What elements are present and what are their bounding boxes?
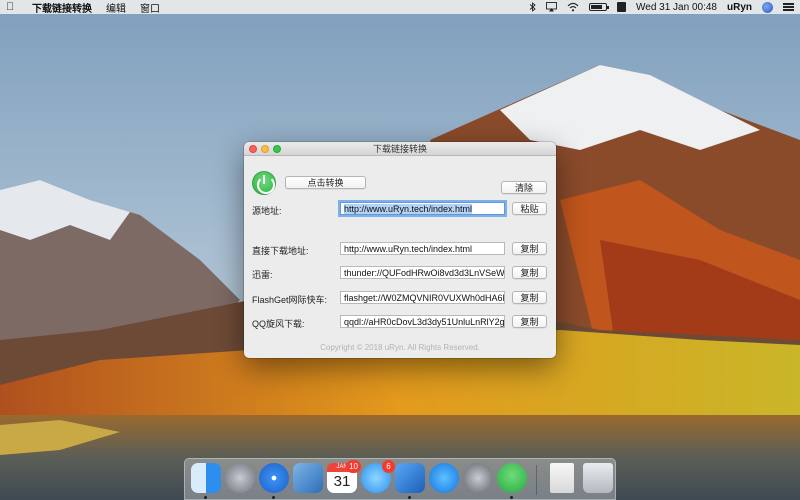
flashget-label: FlashGet网际快车: [252,295,328,305]
menu-window[interactable]: 窗口 [140,0,160,15]
converter-app-icon[interactable] [497,463,527,493]
dock: JAN 31 10 6 [184,458,616,500]
safari-running-dot [272,496,275,499]
menu-bar:  下载链接转换 编辑 窗口 Wed 31 Jan 00:48 uRyn [0,0,800,15]
direct-label: 直接下载地址: [252,246,309,256]
flashget-url-field[interactable]: flashget://W0ZMQVNIR0VUXWh0dHA6Ly9 [340,291,505,304]
maximize-icon[interactable] [273,145,281,153]
app-logo-icon [252,171,276,195]
messages-icon[interactable]: 6 [361,460,395,493]
document-icon[interactable] [550,463,574,493]
trash-icon[interactable] [583,463,613,493]
source-label: 源地址: [252,206,282,216]
messages-badge: 6 [382,460,395,473]
notification-center-icon[interactable] [783,3,794,11]
clock[interactable]: Wed 31 Jan 00:48 [636,2,717,13]
preview-icon[interactable] [293,463,323,493]
paste-button[interactable]: 粘贴 [512,202,547,215]
copy-qq-button[interactable]: 复制 [512,315,547,328]
window-content: 点击转换 清除 源地址: http://www.uRyn.tech/index.… [244,157,556,358]
copyright-text: Copyright © 2018 uRyn. All Rights Reserv… [320,343,480,352]
calendar-badge: 10 [346,460,361,473]
system-preferences-icon[interactable] [463,463,493,493]
wifi-icon[interactable] [567,2,579,12]
safari-icon[interactable] [259,463,289,493]
calendar-day: 31 [333,473,351,490]
window-titlebar[interactable]: 下载链接转换 [244,142,556,156]
xcode-icon[interactable] [395,463,425,493]
converter-window: 下载链接转换 点击转换 清除 源地址: http://www.uRyn.tech… [244,142,556,358]
copy-direct-button[interactable]: 复制 [512,242,547,255]
thunder-url-field[interactable]: thunder://QUFodHRwOi8vd3d3LnVSeW4ucHR [340,266,505,279]
xcode-running-dot [408,496,411,499]
qq-label: QQ旋风下载: [252,319,305,329]
finder-running-dot [204,496,207,499]
siri-icon[interactable] [762,1,773,13]
app-store-icon[interactable] [429,463,459,493]
apple-icon[interactable]:  [6,2,18,13]
input-source-icon[interactable] [617,2,626,12]
convert-button[interactable]: 点击转换 [285,176,366,189]
copy-thunder-button[interactable]: 复制 [512,266,547,279]
menu-app-name[interactable]: 下载链接转换 [32,0,92,15]
close-icon[interactable] [249,145,257,153]
airplay-icon[interactable] [546,2,557,12]
finder-icon[interactable] [191,463,221,493]
bluetooth-icon[interactable] [529,2,536,12]
source-url-input[interactable]: http://www.uRyn.tech/index.html [340,202,505,215]
thunder-label: 迅雷: [252,270,273,280]
window-title: 下载链接转换 [372,144,427,154]
converter-running-dot [510,496,513,499]
clear-button[interactable]: 清除 [501,181,547,194]
minimize-icon[interactable] [261,145,269,153]
user-name[interactable]: uRyn [727,2,752,13]
copy-flashget-button[interactable]: 复制 [512,291,547,304]
qq-url-field[interactable]: qqdl://aHR0cDovL3d3dy51UnluLnRlY2gvaW [340,315,505,328]
dock-separator [536,465,537,495]
source-url-value: http://www.uRyn.tech/index.html [344,204,473,214]
battery-icon[interactable] [589,3,609,11]
direct-url-field[interactable]: http://www.uRyn.tech/index.html [340,242,505,255]
menu-edit[interactable]: 编辑 [106,0,126,15]
calendar-icon[interactable]: JAN 31 10 [327,460,361,493]
launchpad-icon[interactable] [225,463,255,493]
